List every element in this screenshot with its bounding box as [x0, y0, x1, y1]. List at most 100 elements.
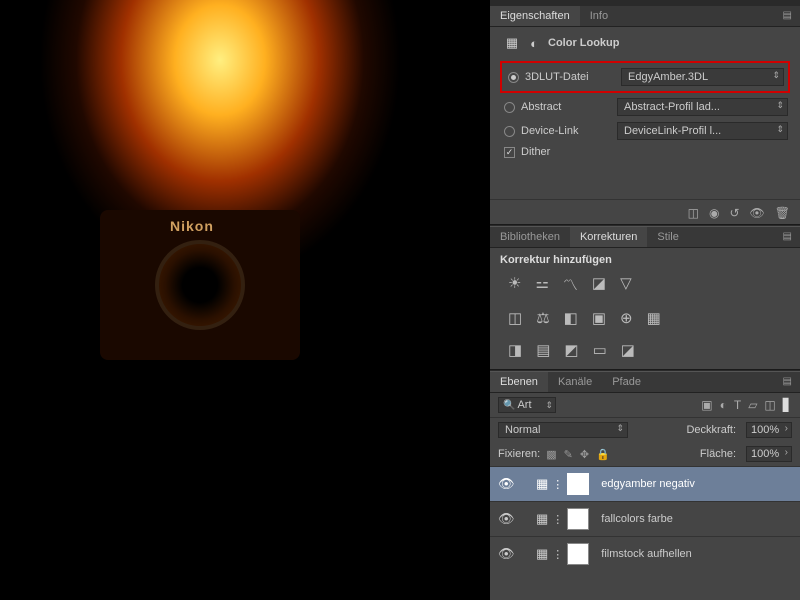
layer-link-icon: ⋮: [552, 548, 563, 561]
layer-thumbs: ▦ ⋮: [536, 543, 589, 565]
layer-visibility-icon[interactable]: 👁: [498, 546, 514, 562]
label-abstract: Abstract: [521, 101, 611, 113]
adj-channelmixer-icon[interactable]: ⊕: [620, 309, 633, 327]
tab-kanaele[interactable]: Kanäle: [548, 372, 602, 392]
adj-selectivecolor-icon[interactable]: ◪: [621, 341, 635, 359]
layer-name[interactable]: filmstock aufhellen: [601, 548, 692, 560]
tab-bibliotheken[interactable]: Bibliotheken: [490, 227, 570, 247]
layers-panel-menu-icon[interactable]: ▤: [775, 372, 800, 392]
lock-transparency-icon[interactable]: ▩: [546, 448, 556, 461]
toggle-visibility-icon[interactable]: 👁: [750, 206, 765, 220]
blend-mode-dropdown[interactable]: Normal: [498, 422, 628, 438]
filter-shape-icon[interactable]: ▱: [748, 398, 757, 412]
tab-info[interactable]: Info: [580, 6, 618, 26]
radio-3dlut[interactable]: [508, 72, 519, 83]
adj-exposure-icon[interactable]: ◪: [592, 274, 606, 295]
layer-link-icon: ⋮: [552, 513, 563, 526]
adj-gradientmap-icon[interactable]: ▭: [593, 341, 607, 359]
tab-stile[interactable]: Stile: [647, 227, 688, 247]
properties-header: ▦ ◐ Color Lookup: [500, 35, 790, 51]
opacity-field[interactable]: 100%: [746, 422, 792, 438]
radio-devicelink[interactable]: [504, 126, 515, 137]
lock-position-icon[interactable]: ✥: [580, 448, 589, 461]
adj-posterize-icon[interactable]: ▤: [536, 341, 550, 359]
search-icon: 🔍: [503, 400, 515, 411]
adjustments-row-2: ◫ ⚖ ◧ ▣ ⊕ ▦: [490, 305, 800, 337]
adj-levels-icon[interactable]: ⚍: [535, 274, 548, 295]
adj-brightness-icon[interactable]: ☀: [508, 274, 521, 295]
adj-bw-icon[interactable]: ◧: [564, 309, 578, 327]
filter-pixel-icon[interactable]: ▣: [701, 398, 712, 412]
layer-name[interactable]: edgyamber negativ: [601, 478, 695, 490]
layer-mask-thumb[interactable]: [567, 508, 589, 530]
view-previous-icon[interactable]: ◉: [709, 206, 719, 220]
dropdown-3dlut[interactable]: EdgyAmber.3DL: [621, 68, 784, 86]
lock-pixels-icon[interactable]: ✎: [564, 448, 573, 461]
lookup-mask-icon: ◐: [526, 35, 542, 51]
right-panels: Eigenschaften Info ▤ ▦ ◐ Color Lookup 3D…: [490, 0, 800, 600]
lock-all-icon[interactable]: 🔒: [596, 448, 610, 461]
dropdown-abstract[interactable]: Abstract-Profil lad...: [617, 98, 788, 116]
layer-thumbs: ▦ ⋮: [536, 508, 589, 530]
layer-visibility-icon[interactable]: 👁: [498, 511, 514, 527]
reset-icon[interactable]: ↺: [729, 206, 739, 220]
layers-toolbar: 🔍 Art ▣ ◐ T ▱ ◫ ▋: [490, 393, 800, 418]
camera-brand: Nikon: [170, 218, 214, 234]
layer-filter-dropdown[interactable]: 🔍 Art: [498, 397, 556, 413]
camera-lens: [155, 240, 245, 330]
adj-colorlookup-icon[interactable]: ▦: [647, 309, 661, 327]
document-canvas[interactable]: Nikon: [0, 0, 490, 600]
dropdown-devicelink[interactable]: DeviceLink-Profil l...: [617, 122, 788, 140]
label-devicelink: Device-Link: [521, 125, 611, 137]
row-3dlut: 3DLUT-Datei EdgyAmber.3DL: [504, 65, 786, 89]
layer-mask-thumb[interactable]: [567, 543, 589, 565]
adj-threshold-icon[interactable]: ◩: [564, 341, 578, 359]
adj-colorbalance-icon[interactable]: ⚖: [536, 309, 549, 327]
layer-link-icon: ⋮: [552, 478, 563, 491]
filter-adjustment-icon[interactable]: ◐: [720, 398, 727, 412]
adj-hue-icon[interactable]: ◫: [508, 309, 522, 327]
lock-row: Fixieren: ▩ ✎ ✥ 🔒 Fläche: 100%: [490, 442, 800, 466]
radio-abstract[interactable]: [504, 102, 515, 113]
layer-adjust-icon: ▦: [536, 546, 548, 562]
layer-row-0[interactable]: 👁 ▦ ⋮ edgyamber negativ: [490, 466, 800, 501]
fill-label: Fläche:: [700, 448, 736, 460]
layer-visibility-icon[interactable]: 👁: [498, 476, 514, 492]
properties-title: Color Lookup: [548, 37, 620, 49]
adj-invert-icon[interactable]: ◨: [508, 341, 522, 359]
blend-row: Normal Deckkraft: 100%: [490, 418, 800, 442]
tab-ebenen[interactable]: Ebenen: [490, 372, 548, 392]
lut-highlight-box: 3DLUT-Datei EdgyAmber.3DL: [500, 61, 790, 93]
adj-photofilter-icon[interactable]: ▣: [592, 309, 606, 327]
fill-field[interactable]: 100%: [746, 446, 792, 462]
layer-thumbs: ▦ ⋮: [536, 473, 589, 495]
layer-name[interactable]: fallcolors farbe: [601, 513, 673, 525]
tab-korrekturen[interactable]: Korrekturen: [570, 227, 647, 247]
layer-mask-thumb[interactable]: [567, 473, 589, 495]
tab-pfade[interactable]: Pfade: [602, 372, 651, 392]
layer-adjust-icon: ▦: [536, 511, 548, 527]
clip-to-layer-icon[interactable]: ◫: [688, 206, 699, 220]
tab-eigenschaften[interactable]: Eigenschaften: [490, 6, 580, 26]
adjustments-tabbar: Bibliotheken Korrekturen Stile ▤: [490, 227, 800, 248]
layer-adjust-icon: ▦: [536, 476, 548, 492]
layer-row-1[interactable]: 👁 ▦ ⋮ fallcolors farbe: [490, 501, 800, 536]
lock-icons: ▩ ✎ ✥ 🔒: [546, 448, 610, 461]
adj-vibrance-icon[interactable]: ▽: [620, 274, 632, 295]
properties-panel-menu-icon[interactable]: ▤: [775, 6, 800, 26]
checkbox-dither[interactable]: ✓: [504, 147, 515, 158]
opacity-label: Deckkraft:: [686, 424, 736, 436]
filter-type-icon[interactable]: T: [734, 398, 741, 412]
properties-footer-icons: ◫ ◉ ↺ 👁 🗑: [490, 199, 800, 224]
filter-smart-icon[interactable]: ◫: [764, 398, 775, 412]
adjustments-subhead: Korrektur hinzufügen: [490, 248, 800, 270]
layer-filter-icons: ▣ ◐ T ▱ ◫ ▋: [701, 398, 792, 412]
layer-filter-label: Art: [517, 399, 531, 411]
label-dither: Dither: [521, 146, 550, 158]
row-dither: ✓ Dither: [500, 143, 790, 161]
adjustments-panel-menu-icon[interactable]: ▤: [775, 227, 800, 247]
adj-curves-icon[interactable]: 〽: [563, 274, 578, 295]
filter-toggle-icon[interactable]: ▋: [783, 398, 792, 412]
delete-adjustment-icon[interactable]: 🗑: [775, 206, 790, 220]
layer-row-2[interactable]: 👁 ▦ ⋮ filmstock aufhellen: [490, 536, 800, 571]
